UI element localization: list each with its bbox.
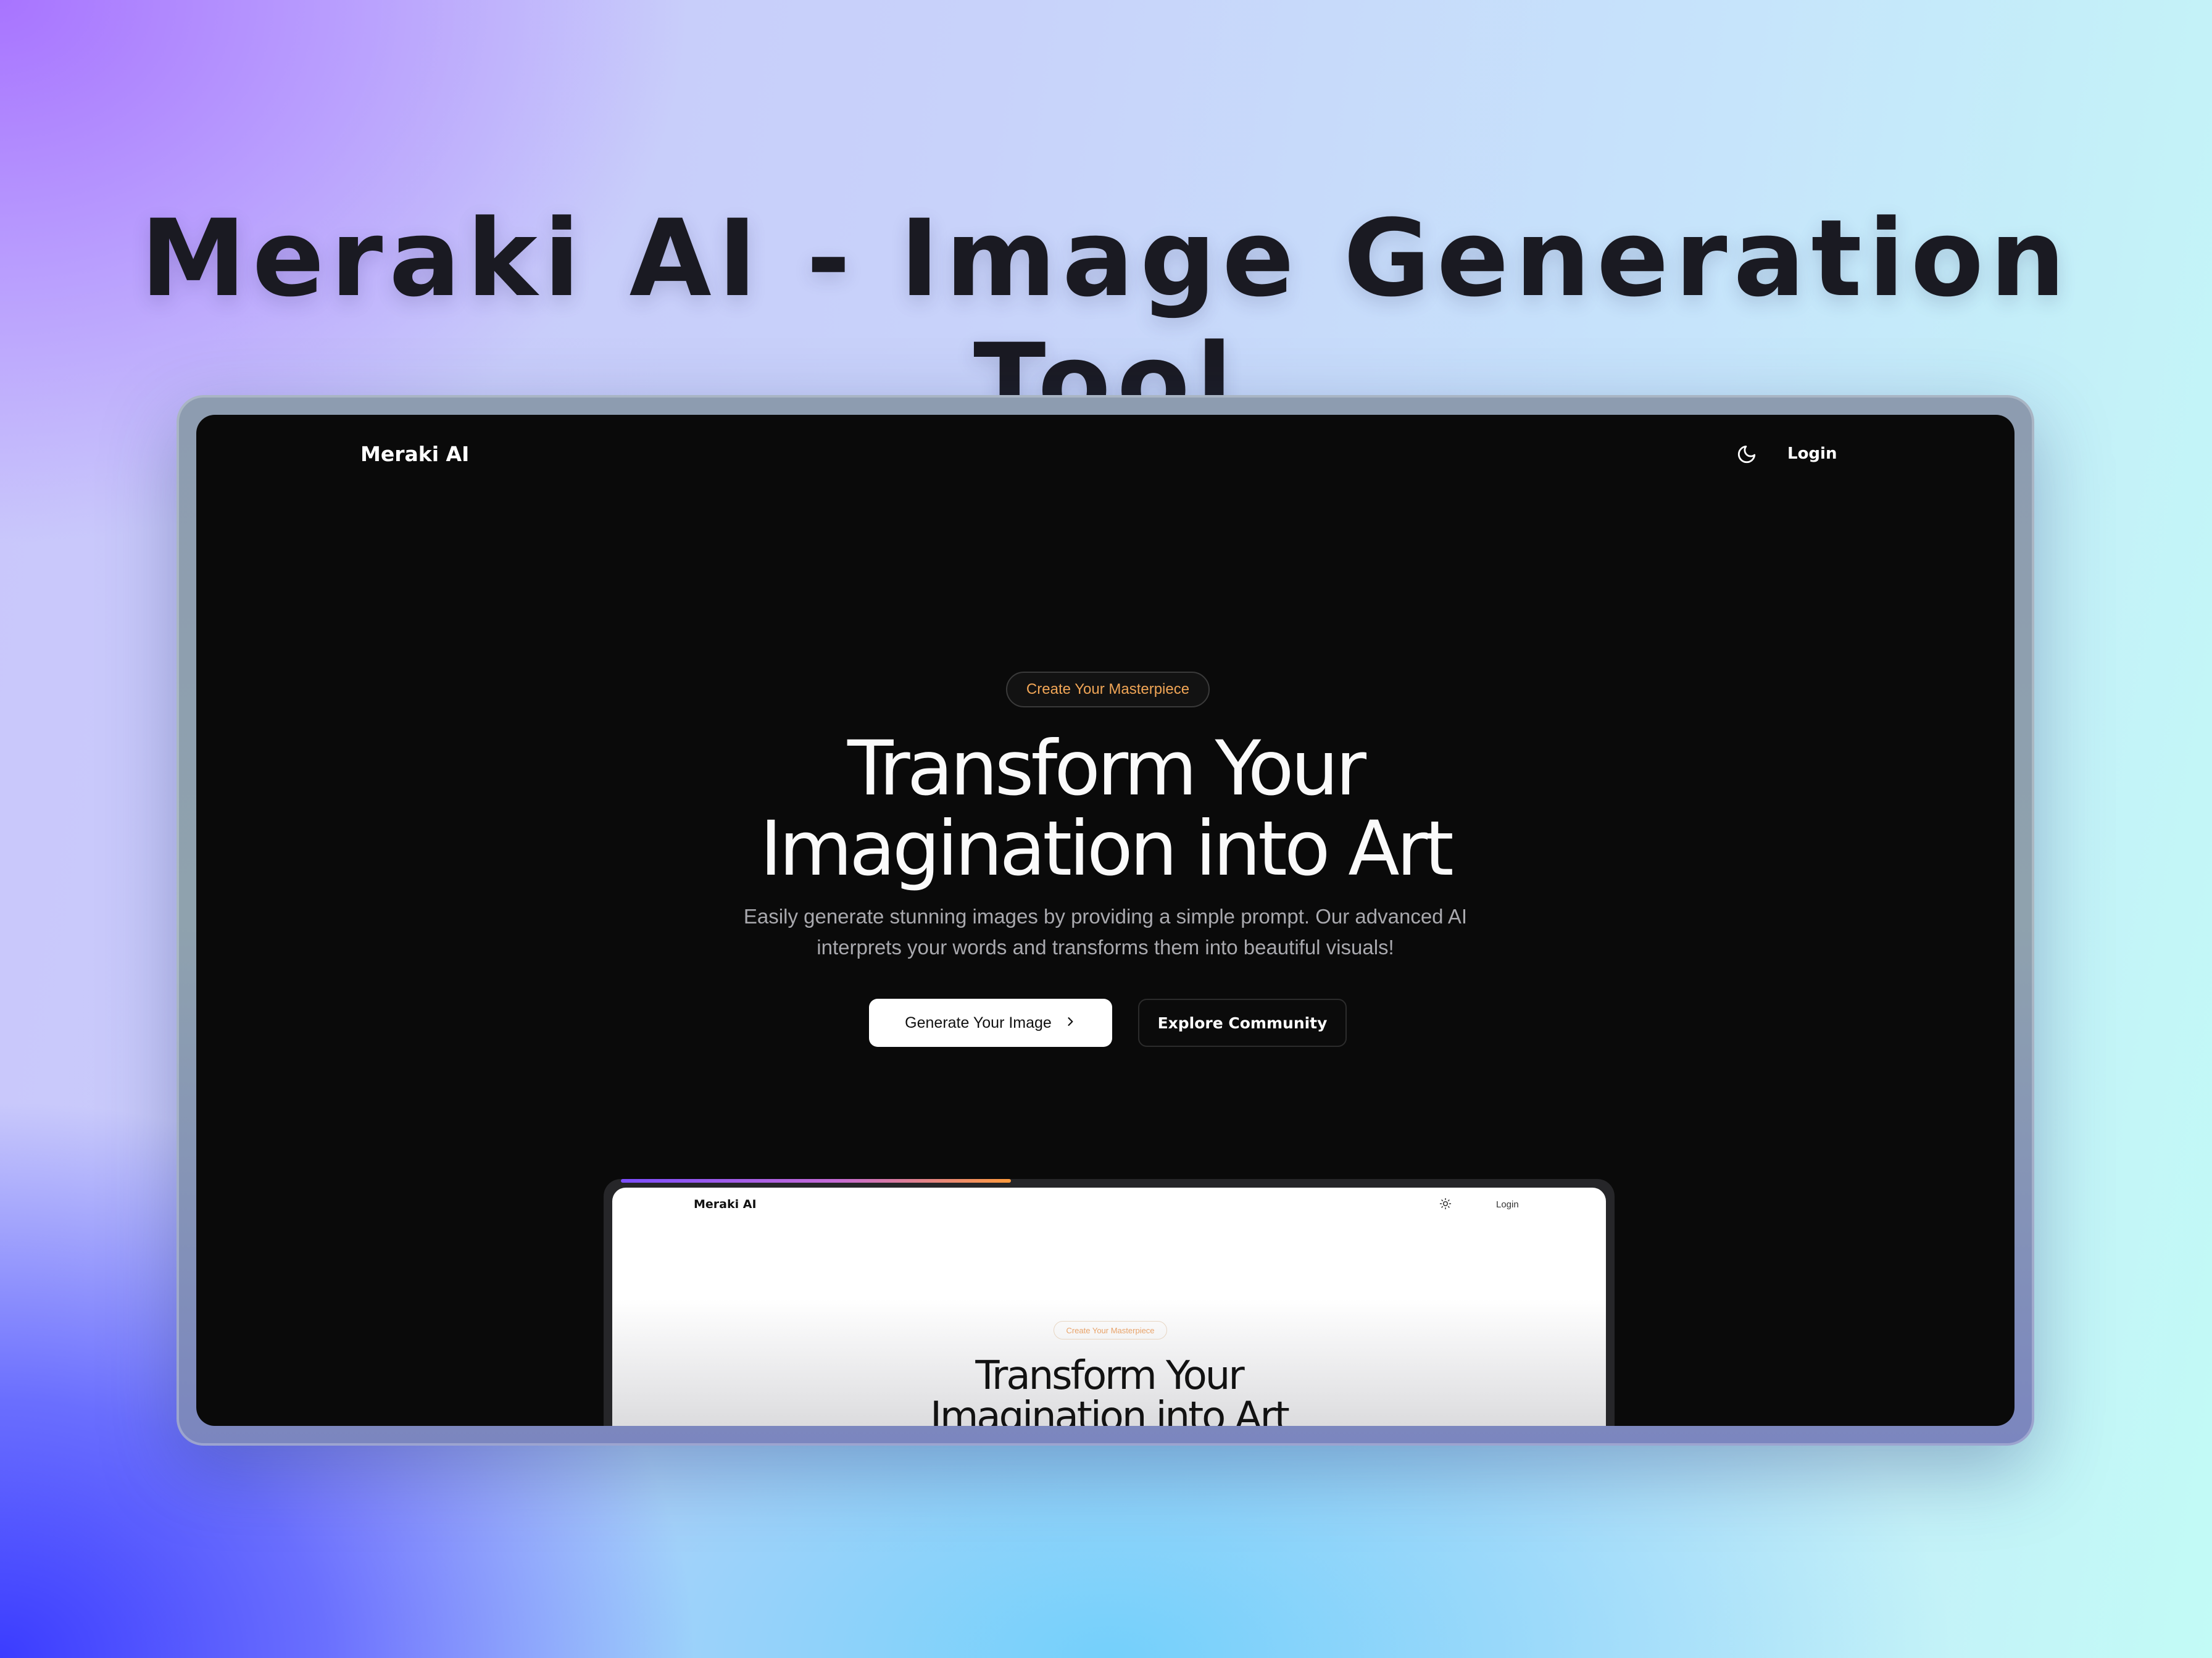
explore-community-button-label: Explore Community <box>1157 1014 1328 1032</box>
preview-progress-bar <box>621 1179 1011 1183</box>
preview-headline-line2: Imagination into Art <box>930 1394 1290 1426</box>
preview-badge-label: Create Your Masterpiece <box>1066 1325 1155 1335</box>
preview-badge: Create Your Masterpiece <box>1054 1321 1167 1339</box>
generate-image-button[interactable]: Generate Your Image <box>869 999 1112 1047</box>
app-screen: Meraki AI Login Create Your Masterpiece … <box>196 415 2014 1426</box>
sun-icon <box>1438 1196 1453 1211</box>
preview-headline: Transform Your Imagination into Art <box>612 1356 1606 1426</box>
nav-brand[interactable]: Meraki AI <box>360 442 469 466</box>
preview-screen: Meraki AI Login Create Your Masterpiece … <box>612 1188 1606 1426</box>
preview-login: Login <box>1496 1199 1519 1210</box>
hero-badge-label: Create Your Masterpiece <box>1026 681 1190 698</box>
hero-badge: Create Your Masterpiece <box>1006 672 1210 707</box>
hero-headline-line1: Transform Your <box>847 725 1366 812</box>
generate-image-button-label: Generate Your Image <box>905 1014 1052 1031</box>
preview-frame: Meraki AI Login Create Your Masterpiece … <box>604 1179 1615 1426</box>
explore-community-button[interactable]: Explore Community <box>1138 999 1347 1047</box>
hero-headline-line2: Imagination into Art <box>760 805 1453 893</box>
hero-subtext: Easily generate stunning images by provi… <box>743 905 1468 959</box>
chevron-right-icon <box>1064 1014 1076 1032</box>
moon-icon[interactable] <box>1733 441 1760 468</box>
preview-headline-line1: Transform Your <box>975 1353 1244 1399</box>
preview-brand: Meraki AI <box>694 1198 757 1211</box>
hero-headline: Transform Your Imagination into Art <box>196 728 2014 889</box>
device-frame: Meraki AI Login Create Your Masterpiece … <box>177 395 2034 1446</box>
login-link[interactable]: Login <box>1787 444 1837 463</box>
